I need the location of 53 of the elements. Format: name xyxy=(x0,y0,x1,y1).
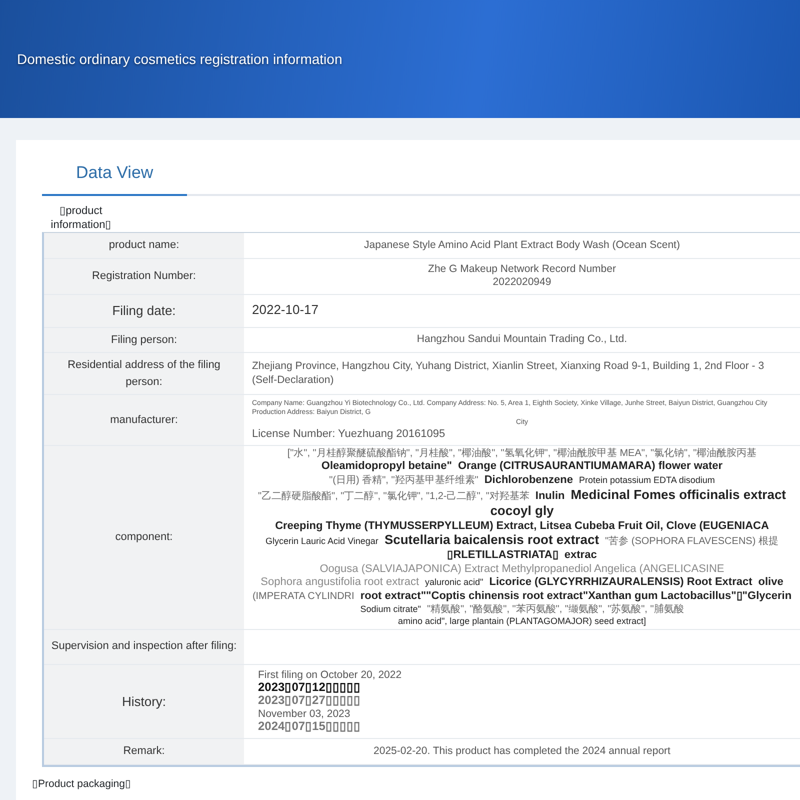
history-entry: November 03, 2023 xyxy=(258,708,350,720)
history-entry: First filing on October 20, 2022 xyxy=(258,668,402,681)
history-entry: 2023▯07▯12▯▯▯▯▯ xyxy=(258,680,360,694)
field-label: Remark: xyxy=(44,739,244,764)
ingredient-text: olive xyxy=(758,576,784,590)
ingredient-text: extrac xyxy=(564,549,597,562)
field-label: component: xyxy=(44,446,244,629)
history-entry: 2023▯07▯27▯▯▯▯▯ xyxy=(258,694,360,708)
section-legend: ▯product information▯ xyxy=(46,204,116,232)
ingredient-text: ▯RLETILLASTRIATA▯ xyxy=(447,549,558,562)
ingredient-text: Medicinal Fomes officinalis extract xyxy=(570,488,786,503)
field-label: Supervision and inspection after filing: xyxy=(44,630,244,664)
ingredient-text: Creeping Thyme (THYMUSSERPYLLEUM) Extract, Litsea Cubeba Fruit Oil, Clove (EUGENIACA xyxy=(275,520,769,532)
ingredient-text: Inulin xyxy=(535,490,565,502)
ingredient-text: cocoyl gly xyxy=(490,504,554,519)
page-title: Domestic ordinary cosmetics registration information xyxy=(17,50,342,69)
tab[interactable]: Data View xyxy=(42,148,188,196)
history-entry: 2024▯07▯15▯▯▯▯▯ xyxy=(258,720,360,734)
ingredient-text: Scutellaria baicalensis root extract xyxy=(384,533,600,548)
field-label: product name: xyxy=(44,233,244,258)
ingredient-text: ["水", "月桂醇聚醚硫酸酯钠", "月桂酸", "椰油酸", "氢氧化钾", "椰油酰胺甲基 MEA", "氯化钠", "椰油酰胺丙基 xyxy=(287,448,757,460)
ingredient-text: "苦参 (SOPHORA FLAVESCENS) 根提 xyxy=(605,536,778,548)
field-value: 2025-02-20. This product has completed the 2024 annual report xyxy=(374,744,670,758)
field-label: Registration Number: xyxy=(44,258,244,294)
ingredient-text: Sodium citrate" xyxy=(360,604,421,614)
field-value: Zhe G Makeup Network Record Number xyxy=(428,262,616,276)
ingredient-text: (IMPERATA CYLINDRI xyxy=(252,591,354,603)
ingredient-text: Glycerin Lauric Acid Vinegar xyxy=(266,536,378,547)
field-label: Filing date: xyxy=(44,294,244,327)
field-value: Japanese Style Amino Acid Plant Extract Body Wash (Ocean Scent) xyxy=(364,238,680,252)
ingredient-text: root extract""Coptis chinensis root extract"Xanthan gum Lactobacillus"▯"Glycerin xyxy=(360,590,792,603)
ingredient-text: Orange (CITRUSAURANTIUMAMARA) flower water xyxy=(458,460,723,474)
ingredient-text: Protein potassium EDTA disodium xyxy=(578,475,715,486)
field-value: Hangzhou Sandui Mountain Trading Co., Ltd. xyxy=(416,333,628,347)
ingredient-text: Oogusa (SALVIAJAPONICA) Extract Methylpropanediol Angelica (ANGELICASINE xyxy=(320,562,724,576)
field-value: 2022-10-17 xyxy=(252,302,318,320)
field-label: History: xyxy=(44,664,244,738)
field-label: Residential address of the filing person: xyxy=(44,353,244,394)
ingredient-text: Dichlorobenzene xyxy=(484,474,573,487)
field-value: Zhejiang Province, Hangzhou City, Yuhang District, Xianlin Street, Xianxing Road 9-1, Building 1, 2nd Floor - 3 (Self-Declaration) xyxy=(252,360,766,388)
ingredient-text: yaluronic acid" xyxy=(425,577,484,588)
ingredient-text: Oleamidopropyl betaine" xyxy=(321,460,452,474)
field-label: manufacturer: xyxy=(44,395,244,445)
section-heading: ▯Product packaging▯ xyxy=(32,776,132,792)
ingredient-text: amino acid", large plantain (PLANTAGOMAJOR) seed extract] xyxy=(398,616,646,627)
ingredient-text: Licorice (GLYCYRRHIZAURALENSIS) Root Extract xyxy=(489,576,752,590)
ingredient-text: "(日用) 香精", "羟丙基甲基纤维素" xyxy=(329,475,478,487)
field-label: Filing person: xyxy=(44,328,244,352)
ingredient-text: "乙二醇硬脂酸酯", "丁二醇", "氯化钾", "1,2-己二醇", "对羟基苯 xyxy=(258,490,530,502)
field-value: 2022020949 xyxy=(492,276,552,290)
field-value: License Number: Yuezhuang 20161095 xyxy=(252,426,446,441)
ingredient-text: Sophora angustifolia root extract xyxy=(260,576,420,590)
ingredient-text: "精氨酸", "酪氨酸", "苯丙氨酸", "缬氨酸", "苏氨酸", "脯氨酸 xyxy=(426,604,684,616)
